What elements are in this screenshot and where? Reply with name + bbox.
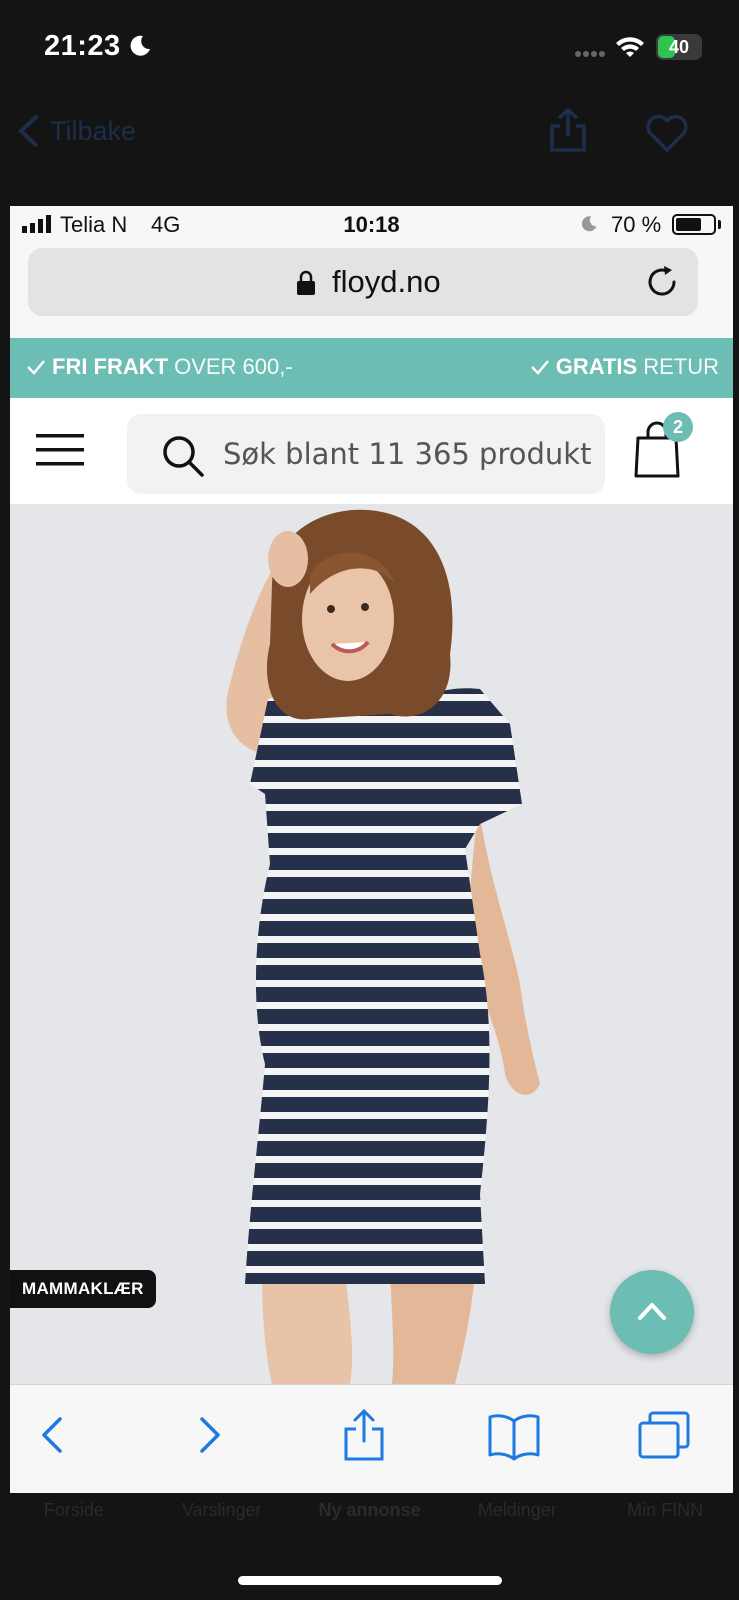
browser-bookmarks-button[interactable] xyxy=(484,1405,544,1465)
search-icon xyxy=(163,436,204,477)
book-icon xyxy=(488,1414,540,1461)
url-text: floyd.no xyxy=(332,264,441,299)
category-tag[interactable]: MAMMAKLÆR xyxy=(10,1270,156,1308)
wifi-icon xyxy=(616,37,644,57)
site-header: 2 xyxy=(10,398,733,504)
lock-icon xyxy=(297,270,315,295)
battery-fill xyxy=(676,218,702,231)
browser-share-button[interactable] xyxy=(334,1405,394,1465)
tab-meldinger[interactable]: Meldinger xyxy=(443,1500,591,1540)
browser-forward-button[interactable] xyxy=(180,1405,240,1465)
back-button[interactable]: Tilbake xyxy=(16,114,136,148)
os-status-bar: 21:23 40 xyxy=(0,0,739,95)
embedded-screenshot: Telia N 4G 10:18 70 % floyd.no FRI FRAKT… xyxy=(10,206,733,1493)
search-input[interactable] xyxy=(223,426,593,482)
browser-address-area: floyd.no xyxy=(10,242,733,338)
free-returns-notice: GRATIS RETUR xyxy=(530,354,719,380)
cart-count-badge: 2 xyxy=(663,412,693,442)
battery-icon xyxy=(672,214,716,235)
promo-banner: FRI FRAKT OVER 600,- GRATIS RETUR xyxy=(10,338,733,398)
inner-status-bar: Telia N 4G 10:18 70 % xyxy=(10,206,733,242)
checkmark-icon xyxy=(530,360,549,375)
scroll-to-top-button[interactable] xyxy=(610,1270,694,1354)
heart-icon[interactable] xyxy=(644,112,690,154)
tabs-icon xyxy=(638,1411,690,1459)
share-icon[interactable] xyxy=(547,106,589,154)
chevron-left-icon xyxy=(42,1417,62,1453)
tab-min-finn[interactable]: Min FINN xyxy=(591,1500,739,1540)
battery-level: 40 xyxy=(668,37,690,57)
tab-ny-annonse[interactable]: Ny annonse xyxy=(296,1500,444,1540)
tab-varslinger[interactable]: Varslinger xyxy=(148,1500,296,1540)
battery-charging-icon: 40 xyxy=(656,34,702,60)
free-shipping-threshold: OVER 600,- xyxy=(174,354,293,379)
signal-dots-icon xyxy=(575,51,605,57)
free-returns-label: GRATIS xyxy=(555,354,638,379)
chevron-left-icon xyxy=(18,115,38,147)
browser-tabs-button[interactable] xyxy=(634,1405,694,1465)
checkmark-icon xyxy=(27,360,45,375)
free-returns-text: RETUR xyxy=(643,354,719,379)
reload-icon[interactable] xyxy=(644,264,680,300)
share-icon xyxy=(344,1408,384,1461)
battery-cap xyxy=(718,220,721,229)
free-shipping-label: FRI FRAKT xyxy=(52,354,169,379)
browser-back-button[interactable] xyxy=(22,1405,82,1465)
search-box[interactable] xyxy=(127,414,605,494)
chevron-up-icon xyxy=(638,1303,666,1320)
moon-icon xyxy=(130,35,150,56)
background-tab-bar: Forside Varslinger Ny annonse Meldinger … xyxy=(0,1500,739,1540)
chevron-right-icon xyxy=(200,1417,220,1453)
safari-toolbar xyxy=(10,1384,733,1493)
phone-screen: 21:23 40 Tilbake Telia N 4G 10:18 70 % f… xyxy=(0,0,739,1600)
moon-icon xyxy=(581,216,597,232)
battery-percent: 70 % xyxy=(611,212,662,237)
background-app-nav: Tilbake xyxy=(0,100,739,164)
back-label: Tilbake xyxy=(50,115,137,146)
hamburger-menu-icon[interactable] xyxy=(36,434,84,466)
os-time: 21:23 xyxy=(44,30,121,62)
home-indicator[interactable] xyxy=(238,1576,502,1585)
address-bar[interactable]: floyd.no xyxy=(28,248,698,316)
free-shipping-notice: FRI FRAKT OVER 600,- xyxy=(26,354,293,380)
tab-forside[interactable]: Forside xyxy=(0,1500,148,1540)
product-photo xyxy=(10,504,733,1384)
product-image[interactable]: MAMMAKLÆR xyxy=(10,504,733,1384)
